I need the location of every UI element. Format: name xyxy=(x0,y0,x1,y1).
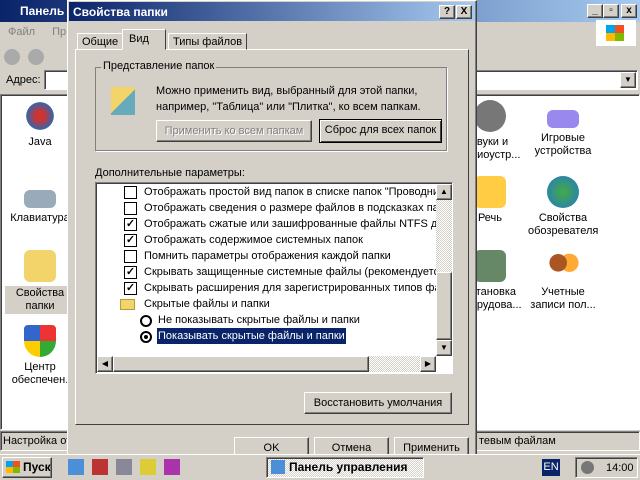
scroll-right-button[interactable]: ▶ xyxy=(420,356,436,372)
scroll-up-button[interactable]: ▲ xyxy=(436,184,452,200)
help-button[interactable]: ? xyxy=(439,5,455,19)
start-button[interactable]: Пуск xyxy=(2,457,52,478)
ie-icon[interactable] xyxy=(68,459,84,475)
option-checkbox[interactable]: ✓ xyxy=(124,282,137,295)
taskbar: Пуск Панель управления EN 14:00 xyxy=(0,454,640,480)
radio-dont-show-hidden-label[interactable]: Не показывать скрытые файлы и папки xyxy=(158,312,360,328)
menu-file[interactable]: Файл xyxy=(8,26,35,38)
address-label: Адрес: xyxy=(6,74,41,86)
folder-options-dialog: Свойства папки ? X Общие Вид Типы файлов… xyxy=(67,0,477,462)
option-checkbox[interactable]: ✓ xyxy=(124,266,137,279)
option-label[interactable]: Отображать сжатые или зашифрованные файл… xyxy=(144,216,452,232)
windows-logo-icon xyxy=(596,20,636,46)
address-dropdown-button[interactable]: ▼ xyxy=(620,72,636,88)
folder-views-text: Можно применить вид, выбранный для этой … xyxy=(156,85,421,113)
speaker-icon xyxy=(474,100,506,132)
speech-icon xyxy=(474,176,506,208)
radio-show-hidden-label[interactable]: Показывать скрытые файлы и папки xyxy=(156,327,347,345)
scroll-left-button[interactable]: ◀ xyxy=(97,356,113,372)
option-label[interactable]: Отображать сведения о размере файлов в п… xyxy=(144,200,452,216)
icon-internet-options[interactable]: Свойства обозревателя xyxy=(528,176,598,238)
forward-button[interactable] xyxy=(28,49,44,65)
advanced-settings-list: Отображать простой вид папок в списке па… xyxy=(95,182,453,374)
vertical-scrollbar[interactable]: ▲ ▼ xyxy=(436,184,452,356)
tab-file-types[interactable]: Типы файлов xyxy=(168,33,248,50)
restore-defaults-button[interactable]: Восстановить умолчания xyxy=(304,392,452,414)
vertical-scroll-thumb[interactable] xyxy=(436,272,452,340)
folder-icon xyxy=(24,250,56,282)
hidden-files-group: Скрытые файлы и папки xyxy=(144,298,270,310)
app-icon[interactable] xyxy=(92,459,108,475)
close-button[interactable]: x xyxy=(621,4,637,18)
folder-small-icon xyxy=(120,299,135,310)
icon-security-center[interactable]: Центр обеспечен. xyxy=(5,325,75,387)
back-button[interactable] xyxy=(4,49,20,65)
volume-icon[interactable] xyxy=(581,461,594,474)
app-icon[interactable] xyxy=(164,459,180,475)
advanced-settings-label: Дополнительные параметры: xyxy=(95,167,245,179)
quick-launch xyxy=(68,459,180,475)
option-checkbox[interactable] xyxy=(124,202,137,215)
java-icon xyxy=(24,100,56,132)
horizontal-scroll-thumb[interactable] xyxy=(113,356,369,372)
option-label[interactable]: Скрывать защищенные системные файлы (рек… xyxy=(144,264,449,280)
clock[interactable]: 14:00 xyxy=(606,462,634,474)
system-tray: 14:00 xyxy=(575,457,638,478)
dialog-titlebar: Свойства папки xyxy=(69,2,475,21)
dialog-close-button[interactable]: X xyxy=(456,5,472,19)
icon-user-accounts[interactable]: Учетные записи пол... xyxy=(528,250,598,312)
shield-icon xyxy=(24,325,56,357)
users-icon xyxy=(547,250,579,282)
app-icon[interactable] xyxy=(140,459,156,475)
scroll-down-button[interactable]: ▼ xyxy=(436,340,452,356)
keyboard-icon xyxy=(24,190,56,208)
radio-dont-show-hidden[interactable] xyxy=(140,315,152,327)
option-checkbox[interactable]: ✓ xyxy=(124,234,137,247)
taskbar-task-control-panel[interactable]: Панель управления xyxy=(266,457,424,478)
globe-icon xyxy=(547,176,579,208)
folder-views-icon xyxy=(111,87,135,115)
icon-folder-options[interactable]: Свойства папки xyxy=(5,250,75,314)
radio-show-hidden[interactable] xyxy=(140,331,152,343)
windows-flag-icon xyxy=(6,461,20,473)
reset-all-folders-button[interactable]: Сброс для всех папок xyxy=(319,119,442,143)
option-checkbox[interactable]: ✓ xyxy=(124,218,137,231)
bg-window-title: Панель xyxy=(20,4,65,18)
option-label[interactable]: Скрывать расширения для зарегистрированн… xyxy=(144,280,452,296)
option-checkbox[interactable] xyxy=(124,186,137,199)
minimize-button[interactable]: _ xyxy=(587,4,603,18)
language-indicator[interactable]: EN xyxy=(542,459,560,476)
icon-game-controllers[interactable]: Игровые устройства xyxy=(528,100,598,158)
maximize-button[interactable]: ▫ xyxy=(603,4,619,18)
icon-java[interactable]: Java xyxy=(5,100,75,149)
apply-to-all-folders-button[interactable]: Применить ко всем папкам xyxy=(156,120,312,142)
gamepad-icon xyxy=(547,110,579,128)
horizontal-scrollbar[interactable]: ◀ ▶ xyxy=(97,356,436,372)
tab-view[interactable]: Вид xyxy=(122,29,166,50)
menu-edit[interactable]: Пр xyxy=(52,26,66,38)
app-icon[interactable] xyxy=(116,459,132,475)
option-label[interactable]: Отображать содержимое системных папок xyxy=(144,232,363,248)
option-label[interactable]: Помнить параметры отображения каждой пап… xyxy=(144,248,391,264)
tab-general[interactable]: Общие xyxy=(77,33,124,50)
icon-keyboard[interactable]: Клавиатура xyxy=(5,180,75,225)
hardware-icon xyxy=(474,250,506,282)
folder-views-title: Представление папок xyxy=(101,60,217,72)
control-panel-icon xyxy=(271,460,285,474)
option-label[interactable]: Отображать простой вид папок в списке па… xyxy=(144,184,452,200)
option-checkbox[interactable] xyxy=(124,250,137,263)
